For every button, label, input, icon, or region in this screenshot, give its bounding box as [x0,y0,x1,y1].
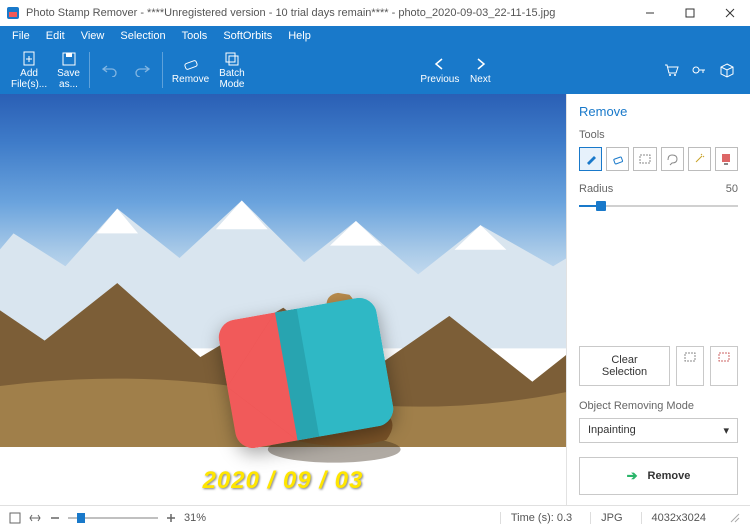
photo: 2020 / 09 / 03 [0,94,566,505]
next-label: Next [470,74,491,85]
mode-label: Object Removing Mode [579,400,738,412]
window-controls [630,0,750,26]
save-as-label: Save as... [57,68,80,90]
mode-value: Inpainting [588,424,636,437]
toolbar: Add File(s)... Save as... Remove Batch M… [0,46,750,94]
zoom-in-icon[interactable] [164,511,178,525]
tool-buttons [579,147,738,171]
next-icon [471,55,489,73]
tool-marker[interactable] [579,147,602,171]
resize-grip-icon[interactable] [728,511,742,525]
previous-icon [431,55,449,73]
toolbar-separator [89,52,90,88]
radius-value: 50 [726,183,738,195]
remove-button[interactable]: ➔ Remove [579,457,738,495]
app-icon [6,6,20,20]
status-time: Time (s): 0.3 [500,512,582,524]
zoom-slider[interactable] [68,512,158,524]
menubar: File Edit View Selection Tools SoftOrbit… [0,26,750,46]
cart-icon[interactable] [662,61,680,79]
menu-help[interactable]: Help [280,28,319,44]
file-plus-icon [20,50,38,67]
maximize-button[interactable] [670,0,710,26]
remove-button-label: Remove [648,470,691,482]
zoom-out-icon[interactable] [48,511,62,525]
previous-label: Previous [420,74,459,85]
tool-rectangle[interactable] [633,147,656,171]
save-as-button[interactable]: Save as... [52,48,85,92]
clear-selection-button[interactable]: Clear Selection [579,346,670,386]
eraser-icon [182,55,200,73]
chevron-down-icon: ▾ [723,424,729,437]
titlebar: Photo Stamp Remover - ****Unregistered v… [0,0,750,26]
tool-magic-wand[interactable] [688,147,711,171]
menu-edit[interactable]: Edit [38,28,73,44]
window-title: Photo Stamp Remover - ****Unregistered v… [26,7,630,19]
box-icon[interactable] [718,61,736,79]
statusbar: 31% Time (s): 0.3 JPG 4032x3024 [0,505,750,529]
add-files-button[interactable]: Add File(s)... [6,48,52,92]
tools-label: Tools [579,129,738,141]
undo-button[interactable] [94,48,126,92]
add-files-label: Add File(s)... [11,68,47,90]
minimize-button[interactable] [630,0,670,26]
side-panel: Remove Tools Radius 50 Clear Selection O… [566,94,750,505]
status-format: JPG [590,512,632,524]
arrow-right-icon: ➔ [627,468,638,484]
menu-selection[interactable]: Selection [112,28,173,44]
close-button[interactable] [710,0,750,26]
tool-color-picker[interactable] [715,147,738,171]
save-icon [60,50,78,67]
redo-icon [133,61,151,79]
image-canvas[interactable]: 2020 / 09 / 03 [0,94,566,505]
toolbar-separator [162,52,163,88]
content-area: 2020 / 09 / 03 Remove Tools Radius 50 Cl… [0,94,750,505]
deselect-button[interactable] [676,346,704,386]
menu-file[interactable]: File [4,28,38,44]
radius-slider[interactable] [579,199,738,213]
batch-icon [223,50,241,67]
status-dimensions: 4032x3024 [641,512,716,524]
next-button[interactable]: Next [464,48,496,92]
batch-mode-button[interactable]: Batch Mode [214,48,250,92]
previous-button[interactable]: Previous [415,48,464,92]
remove-toolbar-button[interactable]: Remove [167,48,214,92]
undo-icon [101,61,119,79]
photo-date-stamp: 2020 / 09 / 03 [203,467,364,495]
menu-view[interactable]: View [73,28,113,44]
panel-title: Remove [579,104,738,119]
invert-selection-button[interactable] [710,346,738,386]
radius-label: Radius [579,183,613,195]
tool-lasso[interactable] [661,147,684,171]
menu-tools[interactable]: Tools [174,28,216,44]
tool-eraser[interactable] [606,147,629,171]
redo-button[interactable] [126,48,158,92]
fit-width-icon[interactable] [28,511,42,525]
key-icon[interactable] [690,61,708,79]
remove-toolbar-label: Remove [172,74,209,85]
zoom-value: 31% [184,512,206,524]
fit-screen-icon[interactable] [8,511,22,525]
batch-mode-label: Batch Mode [219,68,245,90]
eraser-overlay-icon [216,295,396,451]
menu-softorbits[interactable]: SoftOrbits [215,28,280,44]
mode-select[interactable]: Inpainting ▾ [579,418,738,443]
